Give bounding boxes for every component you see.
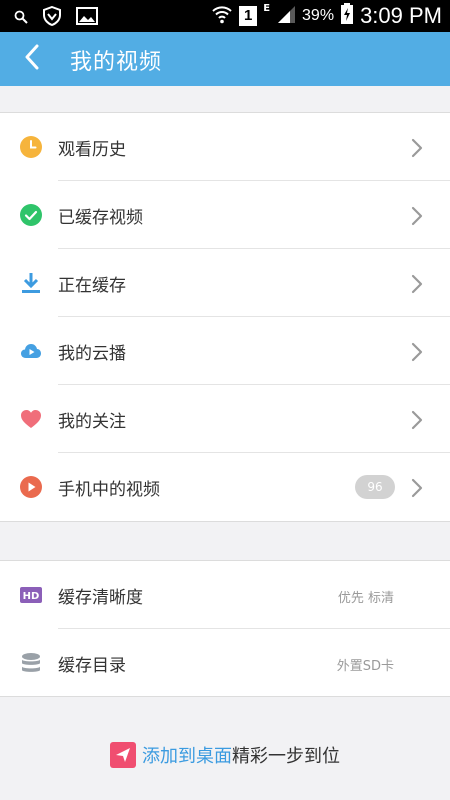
check-circle-icon (20, 204, 42, 226)
image-icon (76, 7, 98, 29)
menu-item-label: 已缓存视频 (58, 208, 143, 228)
signal-icon (276, 4, 296, 28)
chevron-right-icon (410, 477, 424, 499)
menu-item-label: 我的云播 (58, 344, 126, 364)
menu-item-label: 观看历史 (58, 140, 126, 160)
back-button[interactable] (14, 42, 50, 76)
add-to-desktop-link[interactable]: 添加到桌面 (142, 742, 232, 768)
clock-icon (20, 136, 42, 158)
battery-charging-icon (340, 3, 354, 29)
page-title: 我的视频 (70, 50, 163, 75)
clock: 3:09 PM (360, 3, 442, 28)
app-shortcut-icon (110, 742, 136, 768)
setting-cache-quality[interactable]: HD 缓存清晰度 优先 标清 (0, 561, 450, 629)
hd-icon: HD (20, 587, 42, 609)
chevron-right-icon (410, 409, 424, 431)
chevron-left-icon (24, 44, 40, 74)
svg-text:HD: HD (23, 591, 40, 602)
shield-icon (42, 5, 62, 30)
chevron-right-icon (410, 205, 424, 227)
menu-item-local-videos[interactable]: 手机中的视频 96 (0, 453, 450, 521)
menu-item-cloud-play[interactable]: 我的云播 (0, 317, 450, 385)
app-bar: 我的视频 (0, 32, 450, 86)
menu-item-cached-videos[interactable]: 已缓存视频 (0, 181, 450, 249)
status-bar: 1 E 39% 3:09 PM (0, 0, 450, 32)
battery-percent: 39% (302, 7, 335, 24)
setting-cache-directory[interactable]: 缓存目录 外置SD卡 (0, 629, 450, 697)
menu-item-label: 我的关注 (58, 412, 126, 432)
setting-label: 缓存清晰度 (58, 588, 143, 608)
network-type: E (263, 2, 271, 14)
heart-icon (20, 408, 42, 430)
storage-icon (20, 652, 42, 674)
status-bar-system: 1 E 39% 3:09 PM (211, 2, 442, 30)
sim-slot-icon: 1 (239, 6, 258, 26)
menu-item-caching[interactable]: 正在缓存 (0, 249, 450, 317)
setting-label: 缓存目录 (58, 656, 126, 676)
chevron-right-icon (410, 273, 424, 295)
download-icon (20, 272, 42, 294)
menu-item-watch-history[interactable]: 观看历史 (0, 113, 450, 181)
setting-value: 外置SD卡 (336, 659, 394, 674)
video-menu-list: 观看历史 已缓存视频 正在缓存 我的云播 我的关注 手机中的视频 96 (0, 112, 450, 522)
chevron-right-icon (410, 341, 424, 363)
menu-item-label: 正在缓存 (58, 276, 126, 296)
play-circle-icon (20, 476, 42, 498)
search-icon (14, 9, 28, 28)
menu-item-following[interactable]: 我的关注 (0, 385, 450, 453)
status-bar-notifications (14, 5, 98, 30)
footer-tagline: 精彩一步到位 (232, 746, 340, 767)
video-count-badge: 96 (355, 475, 395, 499)
chevron-right-icon (410, 137, 424, 159)
wifi-icon (211, 3, 233, 29)
menu-item-label: 手机中的视频 (58, 480, 160, 500)
setting-value: 优先 标清 (337, 591, 394, 606)
cache-settings-list: HD 缓存清晰度 优先 标清 缓存目录 外置SD卡 (0, 560, 450, 697)
add-to-desktop-banner[interactable]: 添加到桌面 精彩一步到位 (0, 735, 450, 775)
cloud-play-icon (20, 340, 42, 362)
